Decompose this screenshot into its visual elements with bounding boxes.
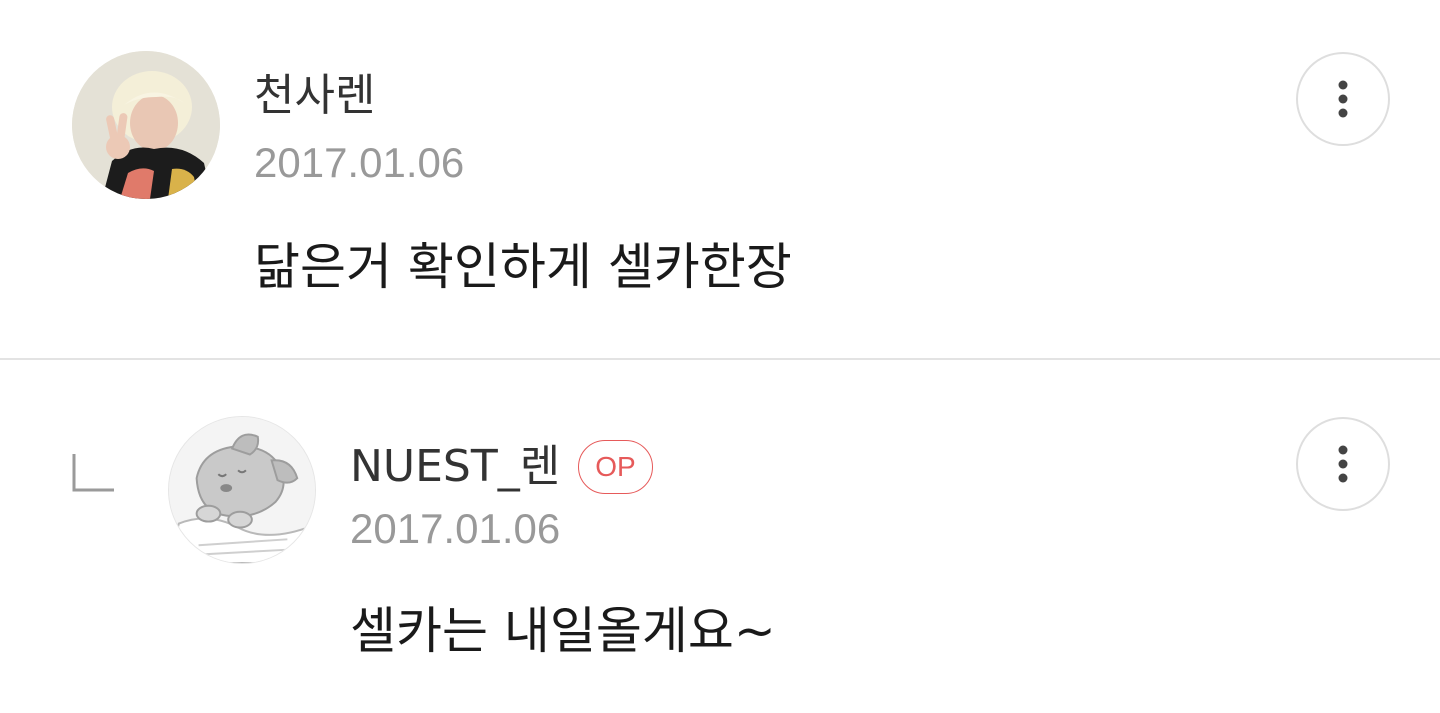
- avatar[interactable]: [72, 51, 220, 199]
- more-vertical-icon: [1338, 80, 1348, 118]
- avatar[interactable]: [168, 416, 316, 564]
- more-options-button[interactable]: [1296, 417, 1390, 511]
- comment-text: 셀카는 내일올게요~: [350, 602, 776, 660]
- author-name-label: NUEST_렌: [350, 441, 561, 492]
- more-vertical-icon: [1338, 445, 1348, 483]
- op-badge: OP: [578, 440, 653, 494]
- profile-photo: [72, 51, 220, 199]
- sleeping-dog-illustration: [169, 417, 315, 563]
- comment-text: 닮은거 확인하게 셀카한장: [254, 238, 792, 296]
- comment-date: 2017.01.06: [254, 139, 465, 186]
- comment-date: 2017.01.06: [350, 505, 561, 552]
- more-options-button[interactable]: [1296, 52, 1390, 146]
- reply-indicator-icon: [72, 454, 114, 492]
- reply-comment-item: NUEST_렌 OP 2017.01.06 셀카는 내일올게요~: [0, 360, 1440, 713]
- author-name[interactable]: 천사렌: [254, 74, 375, 118]
- comment-item: 천사렌 2017.01.06 닮은거 확인하게 셀카한장: [0, 0, 1440, 358]
- author-name[interactable]: NUEST_렌 OP: [350, 440, 653, 494]
